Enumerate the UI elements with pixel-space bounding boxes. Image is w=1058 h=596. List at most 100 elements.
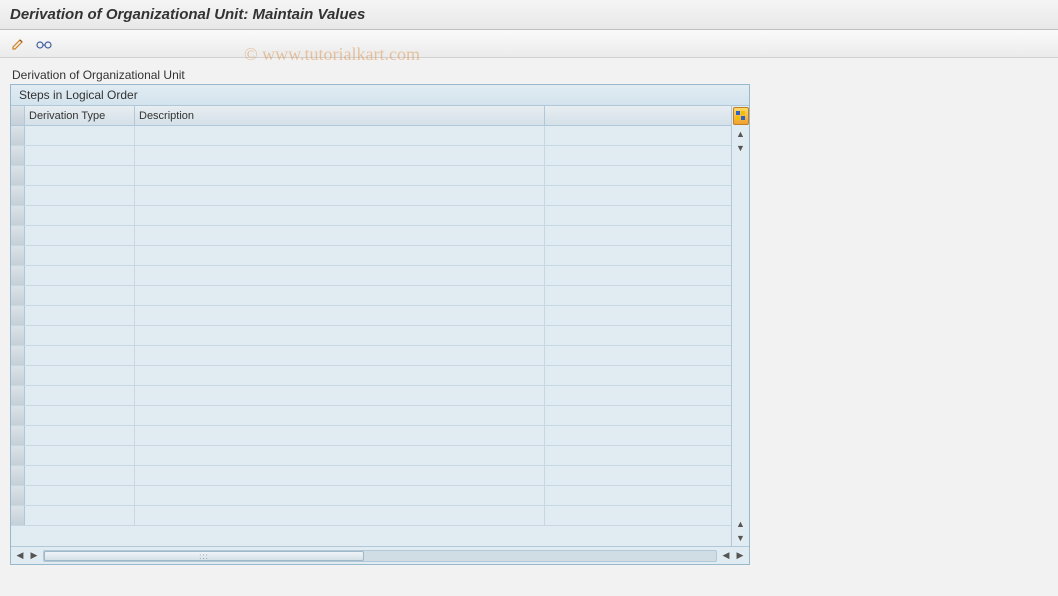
row-selector[interactable] [11, 166, 25, 185]
table-row[interactable] [11, 126, 731, 146]
cell-description[interactable] [135, 306, 545, 325]
column-description[interactable]: Description [135, 106, 545, 125]
cell-derivation-type[interactable] [25, 386, 135, 405]
row-selector[interactable] [11, 366, 25, 385]
cell-description[interactable] [135, 166, 545, 185]
row-selector[interactable] [11, 306, 25, 325]
cell-derivation-type[interactable] [25, 166, 135, 185]
scroll-first-button[interactable]: ◀ [13, 549, 27, 563]
cell-description[interactable] [135, 466, 545, 485]
cell-derivation-type[interactable] [25, 486, 135, 505]
vertical-scrollbar[interactable]: ▲ ▼ ▲ ▼ [732, 126, 749, 546]
table-row[interactable] [11, 506, 731, 526]
scroll-right-button[interactable]: ◀ [719, 549, 733, 563]
page-title: Derivation of Organizational Unit: Maint… [0, 0, 1058, 30]
cell-description[interactable] [135, 206, 545, 225]
cell-derivation-type[interactable] [25, 226, 135, 245]
cell-description[interactable] [135, 486, 545, 505]
table-row[interactable] [11, 286, 731, 306]
cell-derivation-type[interactable] [25, 506, 135, 525]
cell-description[interactable] [135, 506, 545, 525]
table-row[interactable] [11, 206, 731, 226]
pencil-icon [11, 37, 25, 51]
scroll-down-button[interactable]: ▼ [734, 142, 748, 154]
table-row[interactable] [11, 306, 731, 326]
row-selector[interactable] [11, 246, 25, 265]
cell-derivation-type[interactable] [25, 206, 135, 225]
table-row[interactable] [11, 246, 731, 266]
row-selector[interactable] [11, 146, 25, 165]
table-row[interactable] [11, 346, 731, 366]
cell-derivation-type[interactable] [25, 286, 135, 305]
cell-description[interactable] [135, 366, 545, 385]
cell-description[interactable] [135, 326, 545, 345]
table-row[interactable] [11, 446, 731, 466]
row-selector[interactable] [11, 406, 25, 425]
row-selector[interactable] [11, 226, 25, 245]
table-row[interactable] [11, 166, 731, 186]
row-selector[interactable] [11, 446, 25, 465]
table-row[interactable] [11, 386, 731, 406]
cell-derivation-type[interactable] [25, 366, 135, 385]
display-change-button[interactable] [34, 34, 54, 54]
cell-description[interactable] [135, 266, 545, 285]
cell-description[interactable] [135, 446, 545, 465]
cell-derivation-type[interactable] [25, 146, 135, 165]
select-all-rows[interactable] [11, 106, 25, 125]
scroll-left-button[interactable]: ▶ [27, 549, 41, 563]
row-selector[interactable] [11, 426, 25, 445]
row-selector[interactable] [11, 386, 25, 405]
cell-description[interactable] [135, 346, 545, 365]
table-row[interactable] [11, 366, 731, 386]
table-row[interactable] [11, 466, 731, 486]
row-selector[interactable] [11, 186, 25, 205]
cell-description[interactable] [135, 246, 545, 265]
cell-description[interactable] [135, 286, 545, 305]
hscroll-thumb[interactable]: ::: [44, 551, 364, 561]
table-row[interactable] [11, 326, 731, 346]
cell-derivation-type[interactable] [25, 126, 135, 145]
scroll-down-bottom-button[interactable]: ▼ [734, 532, 748, 544]
row-selector[interactable] [11, 486, 25, 505]
cell-description[interactable] [135, 226, 545, 245]
table-row[interactable] [11, 266, 731, 286]
scroll-up-button[interactable]: ▲ [734, 128, 748, 140]
cell-description[interactable] [135, 126, 545, 145]
row-selector[interactable] [11, 346, 25, 365]
table-row[interactable] [11, 186, 731, 206]
row-selector[interactable] [11, 206, 25, 225]
cell-description[interactable] [135, 146, 545, 165]
cell-derivation-type[interactable] [25, 426, 135, 445]
edit-button[interactable] [8, 34, 28, 54]
cell-derivation-type[interactable] [25, 306, 135, 325]
column-derivation-type[interactable]: Derivation Type [25, 106, 135, 125]
cell-derivation-type[interactable] [25, 246, 135, 265]
row-selector[interactable] [11, 466, 25, 485]
table-row[interactable] [11, 426, 731, 446]
cell-derivation-type[interactable] [25, 266, 135, 285]
cell-derivation-type[interactable] [25, 186, 135, 205]
cell-description[interactable] [135, 186, 545, 205]
cell-derivation-type[interactable] [25, 406, 135, 425]
cell-derivation-type[interactable] [25, 466, 135, 485]
table-row[interactable] [11, 486, 731, 506]
configure-columns-button[interactable] [733, 107, 749, 125]
row-selector[interactable] [11, 506, 25, 525]
cell-derivation-type[interactable] [25, 446, 135, 465]
scroll-up-bottom-button[interactable]: ▲ [734, 518, 748, 530]
scroll-last-button[interactable]: ▶ [733, 549, 747, 563]
row-selector[interactable] [11, 326, 25, 345]
row-selector[interactable] [11, 286, 25, 305]
cell-description[interactable] [135, 406, 545, 425]
hscroll-track[interactable]: ::: [43, 550, 717, 562]
toolbar [0, 30, 1058, 58]
cell-derivation-type[interactable] [25, 346, 135, 365]
row-selector[interactable] [11, 126, 25, 145]
table-row[interactable] [11, 406, 731, 426]
row-selector[interactable] [11, 266, 25, 285]
cell-description[interactable] [135, 386, 545, 405]
table-row[interactable] [11, 146, 731, 166]
cell-description[interactable] [135, 426, 545, 445]
cell-derivation-type[interactable] [25, 326, 135, 345]
table-row[interactable] [11, 226, 731, 246]
